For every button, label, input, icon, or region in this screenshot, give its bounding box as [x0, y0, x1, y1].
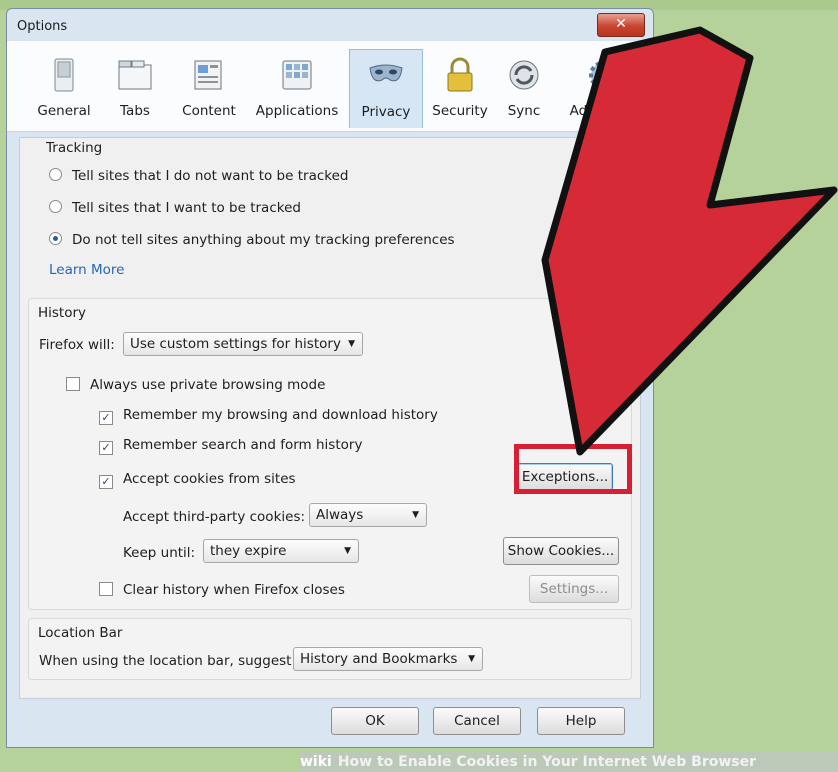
third-party-label: Accept third-party cookies: — [123, 509, 306, 525]
checkbox-checked[interactable]: ✓ — [99, 441, 113, 455]
checkbox[interactable] — [66, 377, 80, 391]
content-icon — [194, 60, 222, 90]
keep-until-select[interactable]: they expire ▼ — [203, 539, 359, 563]
tab-general[interactable]: General — [29, 49, 99, 127]
private-mode-checkbox[interactable]: Always use private browsing mode — [66, 377, 325, 393]
radio-button[interactable] — [49, 200, 62, 213]
tab-label: Privacy — [361, 104, 411, 120]
keep-until-label: Keep until: — [123, 545, 196, 561]
advanced-gear-icon — [589, 61, 617, 89]
tab-tabs[interactable]: Tabs — [103, 49, 167, 127]
third-party-value: Always — [316, 507, 364, 523]
options-window: Options ✕ General Tabs Content Applicati… — [6, 8, 654, 748]
location-bar-title: Location Bar — [38, 625, 123, 641]
tab-security[interactable]: Security — [425, 49, 495, 127]
location-bar-group: Location Bar When using the location bar… — [28, 618, 632, 680]
show-cookies-button[interactable]: Show Cookies... — [503, 537, 619, 565]
suggest-value: History and Bookmarks — [300, 651, 458, 667]
privacy-mask-icon — [369, 64, 403, 82]
tab-label: Content — [182, 103, 236, 119]
tracking-option-2[interactable]: Tell sites that I want to be tracked — [49, 200, 301, 216]
checkbox[interactable] — [99, 582, 113, 596]
tab-label: Applications — [255, 103, 339, 119]
cancel-button[interactable]: Cancel — [433, 707, 521, 735]
chevron-down-icon: ▼ — [348, 339, 355, 349]
tab-label: General — [37, 103, 91, 119]
caption-banner: wiki How to Enable Cookies in Your Intern… — [300, 752, 838, 772]
security-lock-icon — [447, 57, 473, 92]
privacy-panel: Tracking Tell sites that I do not want t… — [19, 137, 641, 699]
tracking-option-3[interactable]: Do not tell sites anything about my trac… — [49, 232, 455, 248]
checkbox-label: Clear history when Firefox closes — [123, 582, 345, 598]
tracking-option-label: Tell sites that I want to be tracked — [72, 200, 301, 216]
keep-until-value: they expire — [210, 543, 287, 559]
exceptions-highlight-box — [514, 444, 632, 494]
chevron-down-icon: ▼ — [412, 510, 419, 520]
checkbox-checked[interactable]: ✓ — [99, 411, 113, 425]
chevron-down-icon: ▼ — [344, 546, 351, 556]
tracking-title: Tracking — [46, 140, 103, 156]
tabs-icon — [118, 60, 152, 90]
title-bar: Options ✕ — [7, 9, 653, 41]
remember-browsing-checkbox[interactable]: ✓ Remember my browsing and download histo… — [99, 407, 438, 425]
checkbox-label: Remember my browsing and download histor… — [123, 407, 438, 423]
history-title: History — [38, 305, 87, 321]
close-button[interactable]: ✕ — [597, 13, 645, 37]
tracking-option-label: Do not tell sites anything about my trac… — [72, 232, 455, 248]
suggest-label: When using the location bar, suggest: — [39, 653, 297, 669]
tracking-option-label: Tell sites that I do not want to be trac… — [72, 168, 349, 184]
tab-sync[interactable]: Sync — [499, 49, 549, 127]
checkbox-label: Accept cookies from sites — [123, 471, 296, 487]
applications-icon — [282, 60, 312, 90]
suggest-select[interactable]: History and Bookmarks ▼ — [293, 647, 483, 671]
general-switch-icon — [54, 58, 74, 92]
tab-advanced[interactable]: Advanced — [563, 49, 643, 127]
radio-button[interactable] — [49, 168, 62, 181]
tab-label: Tabs — [120, 103, 150, 119]
caption-text: How to Enable Cookies in Your Internet W… — [337, 754, 757, 770]
settings-button[interactable]: Settings... — [529, 575, 619, 603]
sync-icon — [509, 60, 539, 90]
checkbox-label: Always use private browsing mode — [90, 377, 326, 393]
tab-label: Advanced — [569, 103, 637, 119]
firefox-will-label: Firefox will: — [39, 337, 115, 353]
window-title: Options — [17, 19, 68, 34]
tab-label: Security — [432, 103, 488, 119]
history-mode-value: Use custom settings for history — [130, 336, 341, 352]
preferences-toolbar: General Tabs Content Applications Privac… — [7, 41, 653, 132]
tracking-option-1[interactable]: Tell sites that I do not want to be trac… — [49, 168, 348, 184]
third-party-select[interactable]: Always ▼ — [309, 503, 427, 527]
checkbox-label: Remember search and form history — [123, 437, 363, 453]
brand-text: wiki — [300, 754, 332, 770]
ok-button[interactable]: OK — [331, 707, 419, 735]
tab-privacy[interactable]: Privacy — [349, 49, 423, 128]
chevron-down-icon: ▼ — [468, 654, 475, 664]
remember-search-checkbox[interactable]: ✓ Remember search and form history — [99, 437, 362, 455]
tab-content[interactable]: Content — [173, 49, 245, 127]
accept-cookies-checkbox[interactable]: ✓ Accept cookies from sites — [99, 471, 296, 489]
clear-history-checkbox[interactable]: Clear history when Firefox closes — [99, 582, 345, 598]
history-mode-select[interactable]: Use custom settings for history ▼ — [123, 332, 363, 356]
tab-label: Sync — [507, 103, 541, 119]
help-button[interactable]: Help — [537, 707, 625, 735]
checkbox-checked[interactable]: ✓ — [99, 475, 113, 489]
learn-more-link[interactable]: Learn More — [49, 262, 125, 278]
tab-applications[interactable]: Applications — [251, 49, 343, 127]
radio-button-selected[interactable] — [49, 232, 62, 245]
tracking-group: Tracking Tell sites that I do not want t… — [36, 138, 624, 288]
